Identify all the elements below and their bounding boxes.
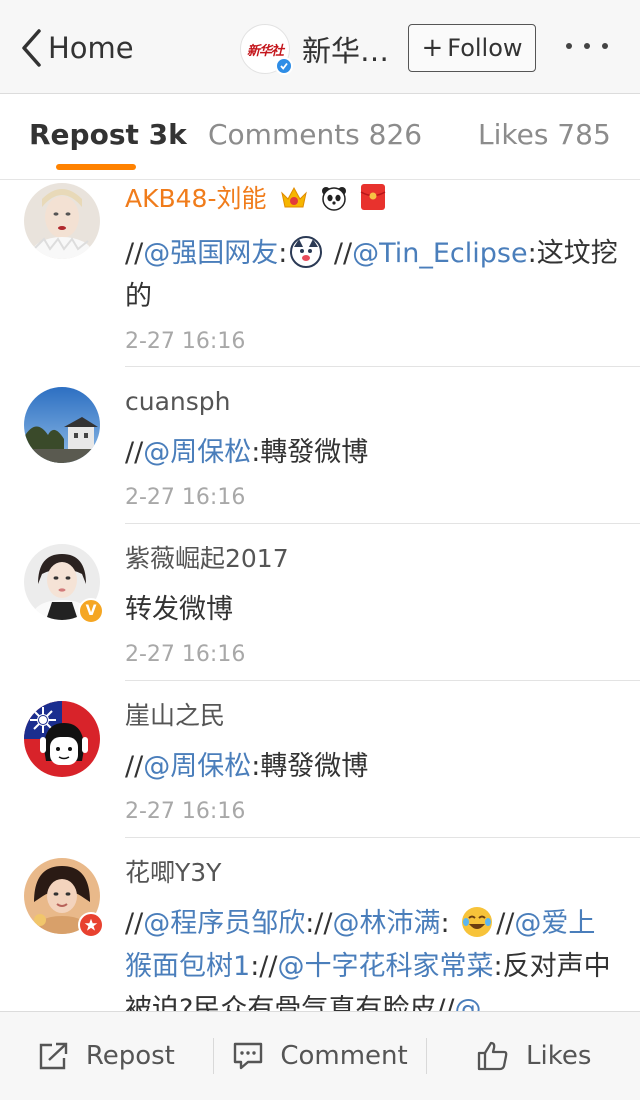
follow-button[interactable]: + Follow [408,24,536,72]
mention-link[interactable]: @十字花科家常菜 [277,951,493,982]
avatar-wrapper [24,858,104,938]
content-text: 转发微博 [125,594,233,625]
avatar[interactable] [24,183,100,259]
star-badge-icon [78,912,104,938]
follow-label: Follow [447,34,523,62]
ellipsis-icon[interactable] [566,43,608,49]
verified-v-text: V [85,603,97,619]
thumbs-up-icon [477,1041,508,1071]
repost-button[interactable]: Repost [0,1038,213,1074]
repost-label: Repost [85,1041,175,1071]
repost-body: 紫薇崛起2017 转发微博 2-27 16:16 [125,544,620,669]
verified-v-icon: V [78,598,104,624]
repost-body: 崖山之民 //@周保松:轉發微博 2-27 16:16 [125,701,620,826]
repost-content: 转发微博 [125,588,620,631]
dog-emoji-icon [290,236,323,268]
account-logo-text: 新华社 [246,43,284,59]
content-text: // [125,751,144,782]
repost-timestamp: 2-27 16:16 [125,642,246,667]
navigation-bar: Home 新华社 新华… + Follow [0,0,640,94]
bottom-toolbar: Repost Comment Likes [0,1011,640,1100]
divider [125,366,640,367]
panda-icon [320,185,348,218]
back-button[interactable]: Home [20,26,134,70]
mention-link[interactable]: @林沛满 [333,908,441,939]
account-name[interactable]: 新华… [302,28,389,70]
divider [125,837,640,838]
active-tab-indicator [56,164,136,170]
repost-body: cuansph //@周保松:轉發微博 2-27 16:16 [125,387,620,512]
laughing-emoji-icon [461,906,493,938]
username-text[interactable]: AKB48-刘能 [125,184,266,213]
account-header[interactable]: 新华社 新华… [240,24,389,75]
username[interactable]: AKB48-刘能 [125,183,620,218]
verified-badge-icon [275,57,293,75]
repost-body: 花唧Y3Y //@程序员邹欣://@林沛满: //@爱上猴面包树1://@十字花… [125,858,620,1011]
username[interactable]: 崖山之民 [125,701,620,731]
repost-body: AKB48-刘能 //@强国网友: //@Tin_Eclipse:这坟挖的 2-… [125,183,620,356]
content-text: :轉發微博 [251,437,369,468]
likes-label: Likes [525,1041,592,1071]
tab-repost[interactable]: Repost 3k [29,118,187,151]
share-out-icon [39,1042,68,1070]
content-text: // [125,908,144,939]
back-label: Home [48,31,134,65]
content-text: : [440,908,459,939]
likes-button[interactable]: Likes [426,1038,640,1074]
plus-icon: + [421,33,444,63]
username[interactable]: 紫薇崛起2017 [125,544,620,574]
username[interactable]: cuansph [125,387,620,417]
red-envelope-icon [360,183,386,218]
account-logo[interactable]: 新华社 [240,24,293,75]
repost-timestamp: 2-27 16:16 [125,485,246,510]
content-text: // [125,437,144,468]
content-text: :// [305,908,333,939]
divider [125,680,640,681]
mention-link[interactable]: @强国网友 [143,238,278,269]
repost-content: //@周保松:轉發微博 [125,431,620,474]
comment-bubble-icon [234,1042,263,1070]
mention-link[interactable]: @周保松 [143,751,251,782]
content-text: :轉發微博 [251,751,369,782]
tab-bar: Repost 3k Comments 826 Likes 785 [0,94,640,180]
avatar-wrapper: V [24,544,104,624]
chevron-left-icon [22,29,41,67]
tab-comments[interactable]: Comments 826 [208,118,422,151]
mention-link[interactable]: @程序员邹欣 [143,908,305,939]
repost-list[interactable]: AKB48-刘能 //@强国网友: //@Tin_Eclipse:这坟挖的 2-… [0,181,640,1011]
avatar[interactable] [24,701,100,777]
repost-timestamp: 2-27 16:16 [125,799,246,824]
content-text: :// [250,951,278,982]
repost-content: //@强国网友: //@Tin_Eclipse:这坟挖的 [125,232,620,318]
mention-link[interactable]: @Tin_Eclipse [352,238,528,269]
mention-link[interactable]: @ [455,994,482,1011]
repost-timestamp: 2-27 16:16 [125,329,246,354]
content-text: // [325,238,353,269]
mention-link[interactable]: @周保松 [143,437,251,468]
content-text: // [496,908,515,939]
repost-content: //@程序员邹欣://@林沛满: //@爱上猴面包树1://@十字花科家常菜:反… [125,902,620,1011]
content-text: // [125,238,144,269]
comment-button[interactable]: Comment [212,1038,427,1074]
avatar[interactable] [24,387,100,463]
comment-label: Comment [280,1041,408,1071]
content-text: : [278,238,288,269]
crown-icon [280,185,308,218]
tab-likes[interactable]: Likes 785 [478,118,611,151]
repost-content: //@周保松:轉發微博 [125,745,620,788]
username[interactable]: 花唧Y3Y [125,858,620,888]
divider [125,523,640,524]
